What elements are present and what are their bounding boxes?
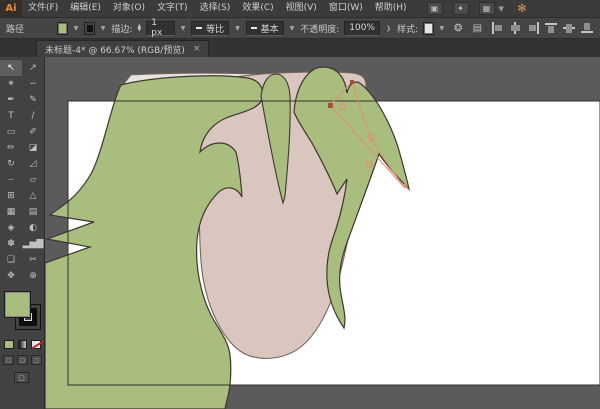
recolor-artwork-icon[interactable]: ❂ (454, 23, 462, 34)
width-profile-chevron-icon[interactable]: ▼ (234, 25, 241, 32)
ai-logo: Ai (0, 0, 22, 17)
screen-mode-button[interactable]: ▢ (14, 372, 29, 383)
shaper-tool-icon[interactable]: ◪ (22, 140, 44, 156)
document-tab-bar: 未标题-4* @ 66.67% (RGB/预览) × (0, 39, 600, 57)
symbol-sprayer-tool-icon[interactable]: ✽ (0, 236, 22, 252)
mesh-tool-icon[interactable]: ▦ (0, 204, 22, 220)
menu-item-1[interactable]: 编辑(E) (64, 0, 107, 17)
document-setup-icon[interactable]: ▤ (473, 23, 482, 34)
type-tool-icon[interactable]: T (0, 108, 22, 124)
document-title: 未标题-4* @ 66.67% (RGB/预览) (45, 43, 185, 56)
opacity-chevron-icon[interactable]: ❯ (385, 25, 392, 32)
menu-item-4[interactable]: 选择(S) (194, 0, 237, 17)
selection-type-label: 路径 (6, 22, 24, 35)
stroke-label: 描边: (111, 22, 132, 35)
pencil-tool-icon[interactable]: ✏ (0, 140, 22, 156)
stroke-width-chevron-icon[interactable]: ▼ (180, 25, 187, 32)
stock-icon[interactable]: ✦ (453, 2, 469, 15)
stroke-chevron-icon[interactable]: ▼ (100, 25, 107, 32)
column-graph-tool-icon[interactable]: ▂▅▇ (22, 236, 44, 252)
fill-color-swatch[interactable] (57, 22, 67, 35)
slice-tool-icon[interactable]: ✂ (22, 252, 44, 268)
opacity-field[interactable]: 100% (344, 21, 380, 36)
anchor-point-start[interactable] (350, 80, 354, 84)
magic-wand-tool-icon[interactable]: ✶ (0, 76, 22, 92)
horizontal-align-center-icon[interactable] (509, 22, 522, 34)
canvas-area[interactable] (45, 57, 600, 409)
artwork (45, 57, 600, 409)
menu-bar: Ai 文件(F)编辑(E)对象(O)文字(T)选择(S)效果(C)视图(V)窗口… (0, 0, 600, 17)
workspace-switcher-icon[interactable]: ✻ (514, 2, 530, 15)
fill-indicator[interactable] (4, 291, 31, 318)
anchor-point-selected[interactable] (328, 103, 333, 108)
rectangle-tool-icon[interactable]: ▭ (0, 124, 22, 140)
paintbrush-tool-icon[interactable]: ✐ (22, 124, 44, 140)
menu-item-8[interactable]: 帮助(H) (369, 0, 413, 17)
opacity-label: 不透明度: (300, 22, 339, 35)
style-label: 样式: (397, 22, 418, 35)
width-tool-icon[interactable]: ⌣ (0, 172, 22, 188)
menu-item-3[interactable]: 文字(T) (151, 0, 194, 17)
gradient-tool-icon[interactable]: ▤ (22, 204, 44, 220)
fill-chevron-icon[interactable]: ▼ (73, 25, 80, 32)
stroke-width-field[interactable]: 1 px (146, 21, 175, 36)
menu-item-5[interactable]: 效果(C) (236, 0, 279, 17)
scale-tool-icon[interactable]: ◿ (22, 156, 44, 172)
brush-line (251, 27, 257, 29)
vertical-align-middle-icon[interactable] (563, 22, 576, 34)
width-profile-line (196, 27, 202, 29)
brush-value: 基本 (261, 22, 279, 35)
draw-inside-icon[interactable]: ◻ (31, 355, 42, 365)
menu-item-2[interactable]: 对象(O) (107, 0, 151, 17)
control-bar: 路径 ▼ ▼ 描边: ▲▼ 1 px ▼ 等比 ▼ 基本 ▼ 不透明度: 100… (0, 17, 600, 39)
artboard-tool-icon[interactable]: ❏ (0, 252, 22, 268)
tools-panel: ↖↗✶∽✒✎T∕▭✐✏◪↻◿⌣▱⊞△▦▤◈◐✽▂▅▇❏✂✥⊕ ◻ ◻ ◻ ▢ (0, 57, 45, 409)
vertical-align-bottom-icon[interactable] (581, 22, 594, 34)
menu-item-7[interactable]: 窗口(W) (323, 0, 369, 17)
hand-tool-icon[interactable]: ✥ (0, 268, 22, 284)
shape-builder-tool-icon[interactable]: ⊞ (0, 188, 22, 204)
blend-tool-icon[interactable]: ◐ (22, 220, 44, 236)
tab-close-icon[interactable]: × (193, 44, 201, 54)
free-transform-tool-icon[interactable]: ▱ (22, 172, 44, 188)
curvature-tool-icon[interactable]: ✎ (22, 92, 44, 108)
style-swatch[interactable] (423, 22, 433, 35)
draw-normal-icon[interactable]: ◻ (3, 355, 14, 365)
style-chevron-icon[interactable]: ▼ (439, 25, 446, 32)
illustrator-window: Ai 文件(F)编辑(E)对象(O)文字(T)选择(S)效果(C)视图(V)窗口… (0, 0, 600, 409)
direct-selection-tool-icon[interactable]: ↗ (22, 60, 44, 76)
menu-item-6[interactable]: 视图(V) (280, 0, 323, 17)
none-button[interactable] (31, 340, 41, 349)
lasso-tool-icon[interactable]: ∽ (22, 76, 44, 92)
brush-dropdown[interactable]: 基本 (246, 21, 284, 36)
zoom-tool-icon[interactable]: ⊕ (22, 268, 44, 284)
stroke-color-swatch[interactable] (84, 22, 94, 35)
stroke-width-stepper[interactable]: ▲▼ (137, 24, 141, 32)
brush-chevron-icon[interactable]: ▼ (289, 25, 296, 32)
selection-tool-icon[interactable]: ↖ (0, 60, 22, 76)
fill-stroke-indicator (0, 290, 45, 336)
arrange-documents-icon[interactable]: ▦ (479, 2, 495, 15)
color-button[interactable] (4, 340, 14, 349)
rotate-tool-icon[interactable]: ↻ (0, 156, 22, 172)
width-profile-dropdown[interactable]: 等比 (191, 21, 229, 36)
document-tab[interactable]: 未标题-4* @ 66.67% (RGB/预览) × (36, 40, 209, 57)
eyedropper-tool-icon[interactable]: ◈ (0, 220, 22, 236)
draw-behind-icon[interactable]: ◻ (17, 355, 28, 365)
menu-item-0[interactable]: 文件(F) (22, 0, 64, 17)
bridge-icon[interactable]: ▣ (427, 2, 443, 15)
vertical-align-top-icon[interactable] (545, 22, 558, 34)
horizontal-align-right-icon[interactable] (527, 22, 540, 34)
perspective-grid-tool-icon[interactable]: △ (22, 188, 44, 204)
line-segment-tool-icon[interactable]: ∕ (22, 108, 44, 124)
arrange-chevron-icon[interactable]: ▼ (499, 5, 504, 13)
pen-tool-icon[interactable]: ✒ (0, 92, 22, 108)
gradient-button[interactable] (18, 340, 28, 349)
width-profile-value: 等比 (206, 22, 224, 35)
horizontal-align-left-icon[interactable] (491, 22, 504, 34)
